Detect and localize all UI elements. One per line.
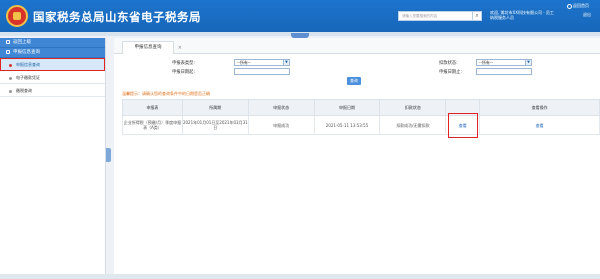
- column-header: 所属期: [181, 99, 249, 116]
- tax-type-select[interactable]: --所有-- ▼: [234, 59, 290, 66]
- sidebar-item-label: 缴税查询: [16, 88, 32, 93]
- warm-tip: 温馨提示：请确认您的查询条件中的日期是否正确: [122, 91, 210, 96]
- filter-start-date-label: 申报日期起:: [172, 70, 195, 75]
- cell-date: 2021-05-11 13:53:55: [313, 115, 381, 135]
- sidebar-item-declaration-query[interactable]: 申报信息查询: [0, 58, 105, 71]
- sidebar-back-link[interactable]: 返回上级: [0, 38, 105, 48]
- close-icon[interactable]: ×: [178, 42, 182, 54]
- cell-period: 2021年01月01日至2021年03月31日: [181, 115, 249, 135]
- cell-form: 企业所得税（预缴/月）季度申报表（A类）: [122, 115, 183, 135]
- search-input[interactable]: 请输入您要搜索的内容: [398, 11, 473, 21]
- column-header: 申报表: [122, 99, 183, 116]
- user-role: 纳税服务人员: [490, 15, 514, 20]
- cell-deduct-status: 扣款成功/无需扣款: [379, 115, 447, 135]
- sidebar: 返回上级 申报信息查询 申报信息查询 电子缴款凭证 缴税查询: [0, 38, 106, 274]
- deduct-status-value: --所有--: [479, 60, 493, 65]
- bullet-icon: [9, 63, 12, 67]
- end-date-input[interactable]: [476, 68, 532, 75]
- chevron-down-icon: ▼: [283, 60, 289, 65]
- column-header: 申报状态: [247, 99, 315, 116]
- cell-action: 查看: [479, 115, 600, 135]
- tax-type-value: --所有--: [237, 60, 251, 65]
- sidebar-section-query[interactable]: 申报信息查询: [0, 48, 105, 58]
- user-info: 欢迎, 潍坊市XX科技有限公司 · 员工 纳税服务人员: [490, 10, 554, 20]
- column-header: 查看操作: [479, 99, 600, 116]
- sidebar-section-label: 返回上级: [13, 40, 31, 45]
- bullet-icon: [9, 76, 12, 80]
- start-date-input[interactable]: [234, 68, 290, 75]
- sidebar-item-tax-payment-query[interactable]: 缴税查询: [0, 84, 105, 97]
- home-label: 返回首页: [573, 3, 589, 8]
- sidebar-collapse-handle[interactable]: [106, 148, 111, 162]
- bullet-icon: [9, 89, 12, 93]
- deduct-status-select[interactable]: --所有-- ▼: [476, 59, 532, 66]
- filter-end-date-label: 申报日期止:: [439, 70, 462, 75]
- site-title: 国家税务总局山东省电子税务局: [33, 10, 201, 24]
- home-link[interactable]: 返回首页: [567, 3, 589, 9]
- chevron-down-icon: ▼: [525, 60, 531, 65]
- tab-label: 申报信息查询: [134, 45, 162, 50]
- tab-declaration-query[interactable]: 申报信息查询 ×: [122, 41, 182, 54]
- cell-status: 申报成功: [247, 115, 315, 135]
- column-header: 申报日期: [313, 99, 381, 116]
- folder-icon: [6, 49, 10, 54]
- column-header: 扣款状态: [379, 99, 447, 116]
- home-icon: [567, 3, 572, 9]
- header-bar: 国家税务总局山东省电子税务局 请输入您要搜索的内容 ⌕ 欢迎, 潍坊市XX科技有…: [0, 0, 600, 32]
- action-view-link[interactable]: 查看: [536, 123, 544, 128]
- tax-emblem-logo: [6, 5, 28, 27]
- search-icon[interactable]: ⌕: [472, 11, 482, 21]
- table-row: 企业所得税（预缴/月）季度申报表（A类） 2021年01月01日至2021年03…: [122, 113, 600, 138]
- sidebar-section-label: 申报信息查询: [13, 50, 40, 55]
- query-button[interactable]: 查询: [347, 77, 361, 85]
- sidebar-item-label: 申报信息查询: [16, 62, 40, 67]
- tab-bar: 申报信息查询 ×: [114, 38, 600, 54]
- cell-view: 查看: [445, 113, 481, 138]
- filter-status-label: 扣款状态:: [439, 61, 458, 66]
- back-icon: [6, 39, 10, 44]
- table-header-row: 申报表 所属期 申报状态 申报日期 扣款状态 查看操作: [122, 99, 600, 116]
- filter-tax-type-label: 申报表类型:: [172, 61, 195, 66]
- highlight-box: [448, 113, 479, 138]
- declaration-table: 申报表 所属期 申报状态 申报日期 扣款状态 查看操作 企业所得税（预缴/月）季…: [122, 99, 600, 138]
- main-content: 申报信息查询 × 申报表类型: --所有-- ▼ 扣款状态: --所有-- ▼ 申报日…: [114, 38, 600, 274]
- logout-link[interactable]: 退出: [583, 12, 591, 18]
- sidebar-item-label: 电子缴款凭证: [16, 75, 40, 80]
- sidebar-item-payment-voucher[interactable]: 电子缴款凭证: [0, 71, 105, 84]
- bottom-bar: [0, 274, 600, 279]
